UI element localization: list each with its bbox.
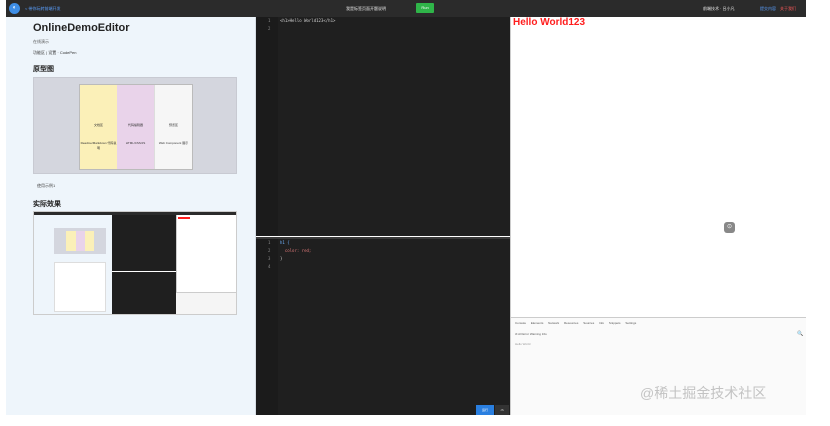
mock-column-title: 代码编辑器 bbox=[127, 123, 143, 127]
section-prototype-heading: 原型图 bbox=[33, 66, 54, 73]
prototype-image: 文档区 Readme/Markdown 代码说明 代码编辑器 HTML/CSS/… bbox=[33, 77, 237, 174]
preview-pane: Hello World123 ⊙ Console Elements Networ… bbox=[510, 17, 806, 415]
preview-heading: Hello World123 bbox=[513, 17, 586, 28]
watermark-text: @稀土掘金技术社区 bbox=[640, 385, 767, 401]
code-line[interactable]: <h1>Hello World123</h1> bbox=[280, 18, 335, 23]
devtools-tabs[interactable]: Console Elements Network Resources Sourc… bbox=[515, 321, 636, 325]
page-title: 我是标签页面开题说明 bbox=[346, 6, 386, 11]
app-logo-icon[interactable]: ◐ bbox=[9, 3, 20, 14]
section-effect-heading: 实际效果 bbox=[33, 201, 61, 208]
line-gutter: 1 2 3 4 bbox=[256, 239, 278, 415]
app-root: ◐ < 带你玩转前端开发 我是标签页面开题说明 Run 前端技术 · 吕小凡 提… bbox=[0, 0, 830, 426]
mock-column-desc: Web Component 展示 bbox=[158, 141, 189, 145]
line-number: 1 bbox=[268, 18, 271, 23]
mock-column-editor: 代码编辑器 HTML/CSS/JS bbox=[117, 85, 154, 169]
effect-screenshot bbox=[33, 211, 237, 315]
html-editor[interactable]: 1 2 <h1>Hello World123</h1> bbox=[256, 17, 510, 236]
css-editor[interactable]: 1 2 3 4 h1 { color: red; } bbox=[256, 237, 510, 415]
doc-title: OnlineDemoEditor bbox=[33, 22, 130, 34]
top-toolbar: ◐ < 带你玩转前端开发 我是标签页面开题说明 Run 前端技术 · 吕小凡 提… bbox=[6, 0, 806, 17]
console-row: Hello World bbox=[515, 342, 531, 346]
code-line[interactable]: color: red; bbox=[280, 248, 312, 253]
run-button[interactable]: Run bbox=[416, 3, 434, 13]
code-line[interactable]: h1 { bbox=[280, 240, 290, 245]
mock-column-desc: HTML/CSS/JS bbox=[125, 141, 146, 145]
line-number: 4 bbox=[268, 264, 271, 269]
back-link[interactable]: < 带你玩转前端开发 bbox=[25, 6, 60, 12]
mock-column-title: 文档区 bbox=[93, 123, 103, 127]
doc-pane: OnlineDemoEditor 在线演示 功能区 | 设置 · CodePen… bbox=[6, 17, 256, 415]
mock-column-title: 预览区 bbox=[168, 123, 178, 127]
doc-subtitle: 在线演示 bbox=[33, 39, 49, 44]
submit-link[interactable]: 提交内容 bbox=[760, 6, 776, 12]
devtools-filter-bar[interactable]: ⊘ All Error Warning Info bbox=[515, 332, 547, 336]
mock-note: 使用示例1 bbox=[37, 183, 56, 188]
mock-column-docs: 文档区 Readme/Markdown 代码说明 bbox=[80, 85, 117, 169]
about-link[interactable]: 关于我们 bbox=[780, 6, 796, 12]
js-toggle-button[interactable]: JS bbox=[495, 405, 509, 415]
mock-column-desc: Readme/Markdown 代码说明 bbox=[80, 141, 117, 150]
code-line[interactable]: } bbox=[280, 256, 282, 261]
user-info[interactable]: 前端技术 · 吕小凡 bbox=[703, 6, 735, 12]
doc-links[interactable]: 功能区 | 设置 · CodePen bbox=[33, 50, 77, 56]
line-number: 3 bbox=[268, 256, 271, 261]
run-code-button[interactable]: 运行 bbox=[476, 405, 494, 415]
prototype-frame: 文档区 Readme/Markdown 代码说明 代码编辑器 HTML/CSS/… bbox=[79, 84, 193, 170]
search-icon[interactable]: 🔍 bbox=[797, 331, 803, 337]
line-number: 2 bbox=[268, 248, 271, 253]
line-number: 2 bbox=[268, 26, 271, 31]
mock-column-preview: 预览区 Web Component 展示 bbox=[154, 85, 192, 169]
line-gutter: 1 2 bbox=[256, 17, 278, 236]
camera-icon[interactable]: ⊙ bbox=[724, 222, 735, 233]
line-number: 1 bbox=[268, 240, 271, 245]
